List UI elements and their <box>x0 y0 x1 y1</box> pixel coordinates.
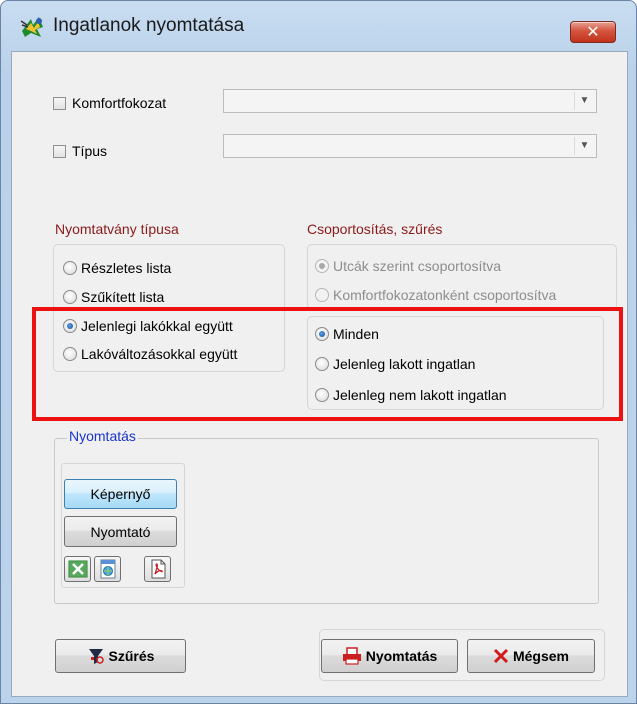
radio-label: Komfortfokozatonként csoportosítva <box>333 287 557 303</box>
komfort-checkbox[interactable] <box>53 96 66 110</box>
filter-button[interactable]: Szűrés <box>55 639 186 673</box>
screen-button-label: Képernyő <box>90 486 151 502</box>
radio-reszletes-lista[interactable]: Részletes lista <box>63 258 171 278</box>
excel-export-button[interactable] <box>64 556 91 582</box>
komfort-filter-row: Komfortfokozat <box>53 93 166 113</box>
radio-utcak-szerint[interactable]: Utcák szerint csoportosítva <box>315 256 501 276</box>
komfort-label: Komfortfokozat <box>72 95 167 111</box>
title-bar[interactable]: Ingatlanok nyomtatása ✕ <box>1 1 636 47</box>
close-button[interactable]: ✕ <box>570 21 616 43</box>
pdf-export-button[interactable] <box>144 556 171 582</box>
radio-label: Részletes lista <box>81 260 172 276</box>
print-button-label: Nyomtatás <box>365 648 438 664</box>
csoportositas-title: Csoportosítás, szűrés <box>307 221 443 237</box>
print-button[interactable]: Nyomtatás <box>321 639 458 673</box>
cancel-button-label: Mégsem <box>512 648 570 664</box>
tipus-checkbox[interactable] <box>53 144 66 158</box>
app-icon <box>19 15 47 39</box>
komfort-combobox[interactable]: ▼ <box>223 89 597 113</box>
tipus-combobox[interactable]: ▼ <box>223 134 597 158</box>
printer-button[interactable]: Nyomtató <box>64 516 177 547</box>
html-export-icon <box>100 559 115 579</box>
radio-button[interactable] <box>315 288 329 302</box>
radio-label: Utcák szerint csoportosítva <box>333 258 502 274</box>
nyomtatvany-tipusa-title: Nyomtatvány típusa <box>55 221 179 237</box>
printer-button-label: Nyomtató <box>90 523 151 540</box>
cancel-x-icon <box>493 648 509 664</box>
tipus-filter-row: Típus <box>53 141 107 161</box>
radio-label: Szűkített lista <box>81 289 165 305</box>
window-title: Ingatlanok nyomtatása <box>53 15 245 36</box>
print-dialog-window: Ingatlanok nyomtatása ✕ Komfortfokozat ▼… <box>0 0 637 704</box>
radio-button[interactable] <box>63 290 77 304</box>
tipus-label: Típus <box>72 143 108 159</box>
chevron-down-icon[interactable]: ▼ <box>574 137 594 155</box>
radio-szukitett-lista[interactable]: Szűkített lista <box>63 287 164 307</box>
radio-komfortfokozatonkent[interactable]: Komfortfokozatonként csoportosítva <box>315 285 556 305</box>
printer-icon <box>342 647 362 665</box>
filter-button-label: Szűrés <box>108 648 155 664</box>
cancel-button[interactable]: Mégsem <box>467 639 595 673</box>
excel-icon <box>68 560 87 578</box>
highlight-annotation-box <box>32 307 623 421</box>
radio-button-selected[interactable] <box>315 259 329 273</box>
filter-funnel-icon <box>87 647 105 665</box>
pdf-icon <box>151 559 165 579</box>
radio-button[interactable] <box>63 261 77 275</box>
chevron-down-icon[interactable]: ▼ <box>574 92 594 110</box>
screen-button[interactable]: Képernyő <box>64 479 177 509</box>
close-icon: ✕ <box>586 22 600 41</box>
html-export-button[interactable] <box>94 556 121 582</box>
nyomtatas-legend: Nyomtatás <box>67 428 138 444</box>
